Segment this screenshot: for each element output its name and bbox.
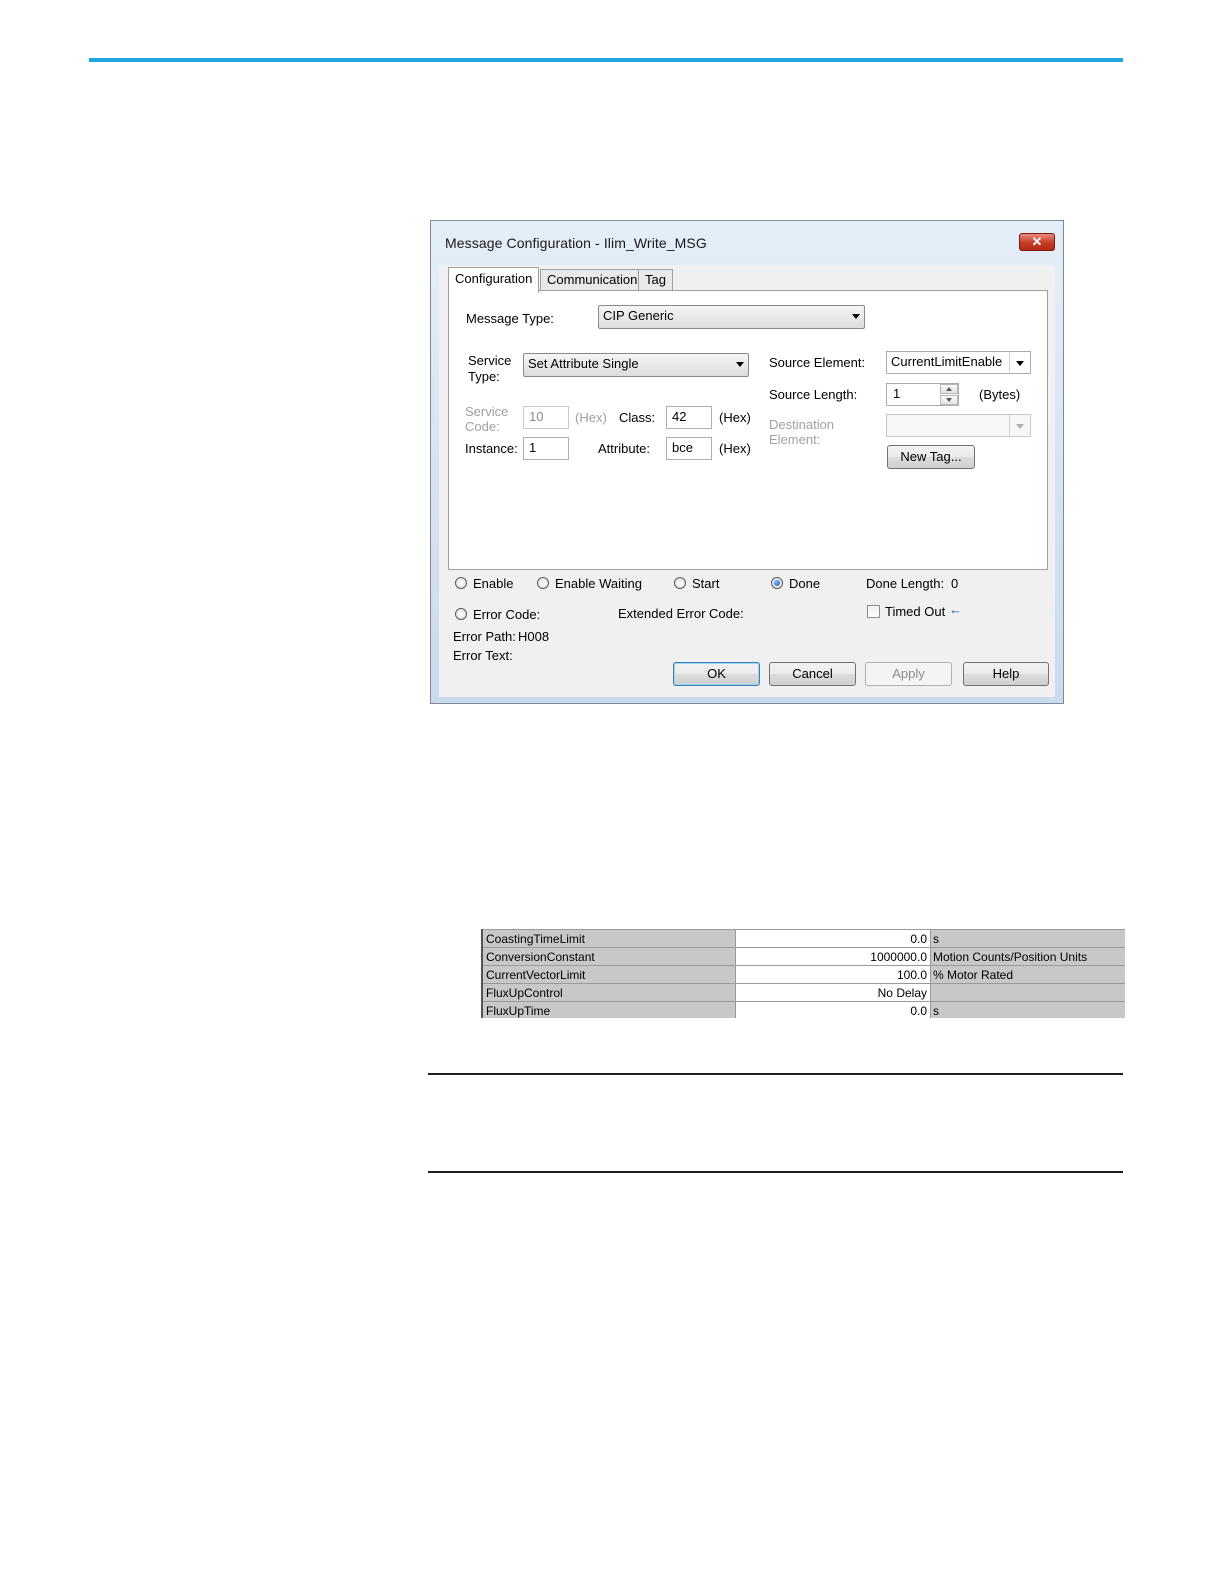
dialog-titlebar[interactable]: Message Configuration - Ilim_Write_MSG ✕ <box>431 221 1063 265</box>
error-code-label: Error Code: <box>473 607 541 622</box>
extended-error-code-label: Extended Error Code: <box>618 606 744 621</box>
parameter-name: FluxUpControl <box>483 984 736 1002</box>
tab-configuration[interactable]: Configuration <box>448 267 540 293</box>
spin-up-button[interactable] <box>940 384 958 394</box>
parameter-unit <box>931 984 1125 1002</box>
attribute-input[interactable]: bce <box>666 437 712 460</box>
cancel-button[interactable]: Cancel <box>769 662 856 686</box>
service-code-label-line1: Service <box>465 404 509 419</box>
service-code-input[interactable]: 10 <box>523 406 569 429</box>
message-configuration-dialog: Message Configuration - Ilim_Write_MSG ✕… <box>430 220 1064 704</box>
done-length-value: 0 <box>951 576 959 591</box>
instance-input[interactable]: 1 <box>523 437 569 460</box>
parameter-unit: Motion Counts/Position Units <box>931 948 1125 966</box>
parameter-value[interactable]: 1000000.0 <box>736 948 931 966</box>
start-label: Start <box>692 576 720 591</box>
source-length-value: 1 <box>893 386 901 401</box>
help-button[interactable]: Help <box>963 662 1049 686</box>
tab-tag[interactable]: Tag <box>638 269 673 291</box>
parameter-name: CurrentVectorLimit <box>483 966 736 984</box>
message-type-select[interactable]: CIP Generic <box>598 305 865 329</box>
arrow-left-icon: ← <box>949 602 962 617</box>
arrow-up-icon <box>946 387 952 391</box>
chevron-down-icon <box>852 314 860 319</box>
done-radio <box>771 577 783 589</box>
message-type-value: CIP Generic <box>603 308 674 323</box>
error-path-value: H008 <box>518 629 550 644</box>
attribute-unit: (Hex) <box>719 441 751 456</box>
enable-label: Enable <box>473 576 514 591</box>
parameter-name: CoastingTimeLimit <box>483 930 736 948</box>
configuration-panel: Message Type: CIP Generic Service Type: … <box>448 290 1048 570</box>
service-type-label-line1: Service <box>468 353 512 368</box>
service-type-select[interactable]: Set Attribute Single <box>523 353 749 377</box>
error-path-label: Error Path: <box>453 629 516 644</box>
service-type-value: Set Attribute Single <box>528 356 639 371</box>
parameter-value[interactable]: No Delay <box>736 984 931 1002</box>
source-element-label: Source Element: <box>769 355 866 370</box>
service-code-label-line2: Code: <box>465 419 500 434</box>
table-row[interactable]: FluxUpControl No Delay <box>483 983 1125 1002</box>
parameter-unit: s <box>931 1002 1125 1018</box>
parameter-value[interactable]: 0.0 <box>736 930 931 948</box>
class-unit: (Hex) <box>719 410 751 425</box>
table-row[interactable]: FluxUpTime 0.0 s <box>483 1001 1125 1018</box>
enable-waiting-label: Enable Waiting <box>555 576 642 591</box>
timed-out-label: Timed Out <box>885 604 946 619</box>
note-top-rule <box>428 1073 1123 1075</box>
dialog-client-area: Configuration Communication Tag Message … <box>439 265 1055 697</box>
source-length-label: Source Length: <box>769 387 858 402</box>
parameter-value[interactable]: 100.0 <box>736 966 931 984</box>
parameter-value[interactable]: 0.0 <box>736 1002 931 1018</box>
source-length-stepper[interactable]: 1 <box>886 383 959 406</box>
destination-element-label-line1: Destination <box>769 417 835 432</box>
timed-out-checkbox <box>867 605 880 618</box>
done-length-label: Done Length: <box>866 576 945 591</box>
destination-element-combo[interactable] <box>886 414 1031 437</box>
dialog-title: Message Configuration - Ilim_Write_MSG <box>445 235 707 251</box>
axis-parameter-table: CoastingTimeLimit 0.0 s ConversionConsta… <box>481 929 1125 1018</box>
source-element-dropdown-button[interactable] <box>1009 352 1030 373</box>
parameter-name: FluxUpTime <box>483 1002 736 1018</box>
table-row[interactable]: CurrentVectorLimit 100.0 % Motor Rated <box>483 965 1125 984</box>
chevron-down-icon <box>1016 361 1024 366</box>
destination-element-dropdown-button[interactable] <box>1009 415 1030 436</box>
parameter-name: ConversionConstant <box>483 948 736 966</box>
header-accent-rule <box>89 58 1123 62</box>
start-radio <box>674 577 686 589</box>
done-label: Done <box>789 576 821 591</box>
spin-down-button[interactable] <box>940 395 958 405</box>
new-tag-button[interactable]: New Tag... <box>887 445 975 469</box>
enable-radio <box>455 577 467 589</box>
chevron-down-icon <box>736 362 744 367</box>
error-code-radio <box>455 608 467 620</box>
note-bottom-rule <box>428 1171 1123 1173</box>
service-code-unit: (Hex) <box>575 410 607 425</box>
close-button[interactable]: ✕ <box>1019 233 1055 251</box>
ok-button[interactable]: OK <box>673 662 760 686</box>
error-text-label: Error Text: <box>453 648 513 663</box>
parameter-unit: s <box>931 930 1125 948</box>
parameter-unit: % Motor Rated <box>931 966 1125 984</box>
instance-label: Instance: <box>465 441 518 456</box>
tab-communication[interactable]: Communication <box>540 269 645 291</box>
destination-element-label-line2: Element: <box>769 432 821 447</box>
source-element-value: CurrentLimitEnable <box>891 354 1003 369</box>
table-row[interactable]: ConversionConstant 1000000.0 Motion Coun… <box>483 947 1125 966</box>
apply-button[interactable]: Apply <box>865 662 952 686</box>
source-element-combo[interactable]: CurrentLimitEnable <box>886 351 1031 374</box>
source-length-unit: (Bytes) <box>979 387 1021 402</box>
table-row[interactable]: CoastingTimeLimit 0.0 s <box>483 929 1125 948</box>
enable-waiting-radio <box>537 577 549 589</box>
chevron-down-icon <box>1016 424 1024 429</box>
class-input[interactable]: 42 <box>666 406 712 429</box>
arrow-down-icon <box>946 398 952 402</box>
attribute-label: Attribute: <box>598 441 651 456</box>
class-label: Class: <box>619 410 656 425</box>
service-type-label-line2: Type: <box>468 369 500 384</box>
close-icon: ✕ <box>1031 234 1043 249</box>
message-type-label: Message Type: <box>466 311 554 326</box>
